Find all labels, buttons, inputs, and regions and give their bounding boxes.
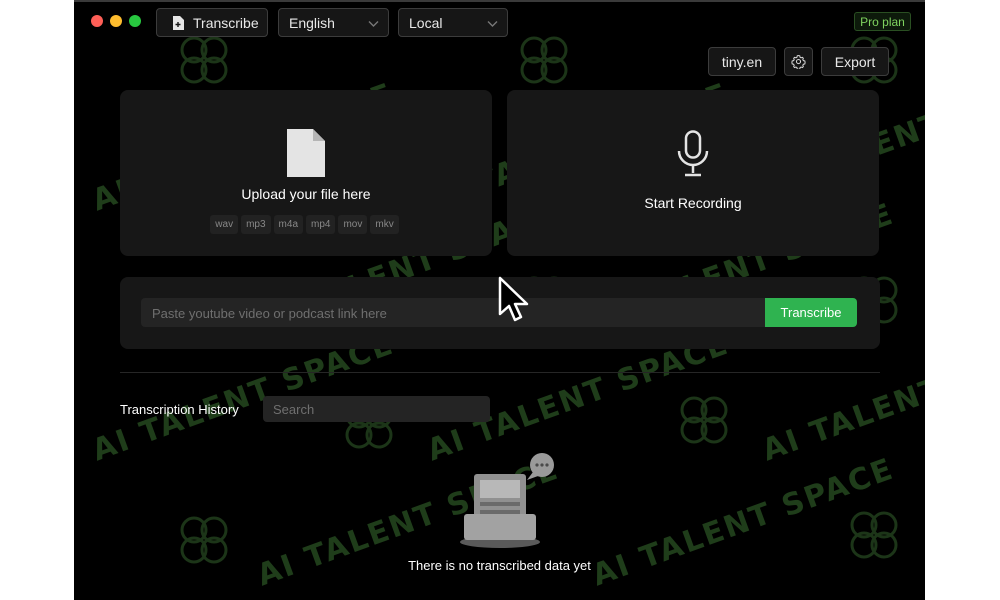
record-title: Start Recording [644, 195, 742, 211]
file-icon [287, 129, 325, 177]
maximize-window-button[interactable] [129, 15, 141, 27]
upload-title: Upload your file here [241, 186, 371, 202]
format-chip: m4a [273, 215, 303, 234]
export-button[interactable]: Export [821, 47, 889, 76]
watermark-brain-icon [520, 36, 568, 84]
mouse-cursor-icon [498, 276, 529, 322]
engine-value: Local [409, 14, 443, 31]
pro-plan-badge[interactable]: Pro plan [854, 12, 911, 31]
language-value: English [289, 14, 335, 31]
format-chip: wav [210, 215, 239, 234]
chevron-down-icon [368, 21, 379, 27]
link-input[interactable]: Paste youtube video or podcast link here [141, 298, 766, 327]
upload-card[interactable]: Upload your file here wav mp3 m4a mp4 mov mkv [120, 90, 492, 256]
record-card[interactable]: Start Recording [507, 90, 879, 256]
settings-button[interactable] [784, 47, 813, 76]
link-input-placeholder: Paste youtube video or podcast link here [152, 306, 387, 321]
chevron-down-icon [487, 21, 498, 27]
format-chip: mp4 [306, 215, 336, 234]
history-search-placeholder: Search [273, 402, 315, 417]
format-list: wav mp3 m4a mp4 mov mkv [120, 214, 492, 234]
transcribe-tab-label: Transcribe [193, 14, 259, 31]
engine-select[interactable]: Local [398, 8, 508, 37]
window-top-border [74, 0, 925, 2]
close-window-button[interactable] [91, 15, 103, 27]
document-icon [173, 15, 184, 30]
history-search-input[interactable]: Search [263, 396, 490, 422]
divider [120, 372, 880, 373]
microphone-icon [677, 130, 709, 177]
app-window: AI TALENT SPACE AI TALENT SPACE AI TALEN… [74, 0, 925, 600]
format-chip: mkv [370, 215, 399, 234]
transcribe-link-button[interactable]: Transcribe [765, 298, 857, 327]
format-chip: mp3 [241, 215, 271, 234]
empty-state-text: There is no transcribed data yet [408, 558, 591, 573]
watermark-brain-icon [680, 396, 728, 444]
format-chip: mov [338, 215, 368, 234]
watermark-brain-icon [180, 36, 228, 84]
empty-inbox-icon [460, 453, 554, 548]
minimize-window-button[interactable] [110, 15, 122, 27]
watermark-brain-icon [850, 511, 898, 559]
language-select[interactable]: English [278, 8, 389, 37]
history-title: Transcription History [120, 402, 239, 417]
transcribe-tab-button[interactable]: Transcribe [156, 8, 268, 37]
model-select-button[interactable]: tiny.en [708, 47, 776, 76]
gear-icon [791, 55, 806, 69]
